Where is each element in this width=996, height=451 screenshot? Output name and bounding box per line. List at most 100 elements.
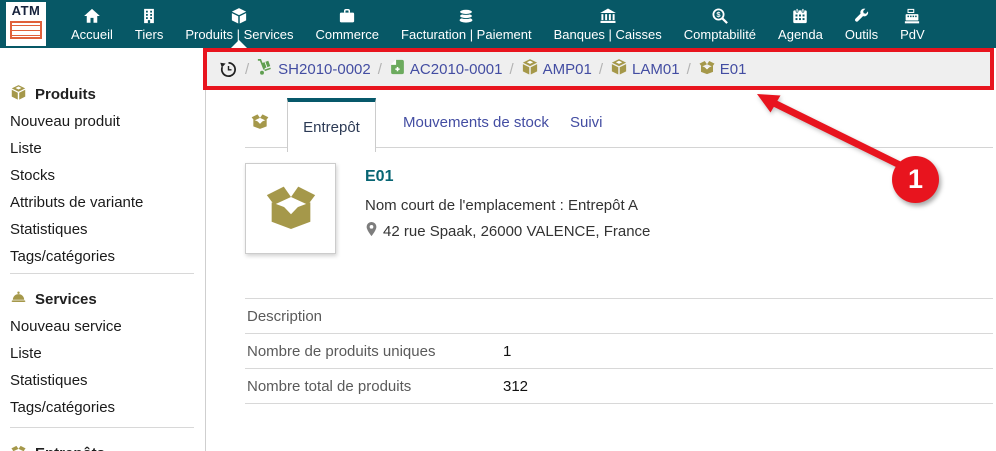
row-value: 312: [503, 377, 529, 395]
history-icon[interactable]: [219, 60, 238, 79]
breadcrumb-separator: /: [509, 60, 514, 78]
sidebar-item-stocks[interactable]: Stocks: [10, 162, 205, 189]
sidebar-item-statistiques-services[interactable]: Statistiques: [10, 367, 205, 394]
tab-suivi[interactable]: Suivi: [570, 98, 603, 147]
details-table: Description Nombre de produits uniques 1…: [245, 298, 993, 404]
table-row: Description: [245, 299, 993, 334]
nav-label: Outils: [844, 26, 879, 42]
calendar-icon: [791, 7, 809, 25]
logo-stamp: [10, 21, 42, 39]
breadcrumb-separator: /: [377, 60, 382, 78]
breadcrumb-item-product-amp01[interactable]: AMP01: [521, 58, 592, 80]
breadcrumb-link[interactable]: SH2010-0002: [278, 61, 371, 78]
cube-icon: [10, 84, 27, 105]
breadcrumb-separator: /: [598, 60, 604, 78]
sidebar-section-services[interactable]: Services: [10, 286, 205, 313]
nav-item-agenda[interactable]: Agenda: [767, 0, 834, 48]
sidebar-item-tags-categories-produits[interactable]: Tags/catégories: [10, 243, 205, 270]
table-row: Nombre total de produits 312: [245, 369, 993, 404]
nav-item-accueil[interactable]: Accueil: [60, 0, 124, 48]
row-label: Nombre total de produits: [247, 377, 412, 395]
breadcrumb-item-shipment[interactable]: SH2010-0002: [256, 58, 371, 80]
bell-icon: [10, 289, 27, 310]
sidebar-section-title: Produits: [35, 86, 96, 103]
search-dollar-icon: $: [711, 7, 729, 25]
nav-item-tiers[interactable]: Tiers: [124, 0, 174, 48]
map-pin-icon: [365, 221, 378, 241]
open-box-icon: [10, 443, 27, 451]
sidebar-section-entrepots[interactable]: Entrepôts: [10, 440, 205, 451]
nav-label: Agenda: [778, 26, 823, 42]
sidebar-item-tags-categories-services[interactable]: Tags/catégories: [10, 394, 205, 421]
warehouse-photo: [245, 163, 336, 254]
row-label: Nombre de produits uniques: [247, 342, 436, 360]
breadcrumb-item-warehouse-e01[interactable]: E01: [698, 58, 747, 80]
open-box-icon: [250, 111, 270, 136]
sidebar-item-liste-services[interactable]: Liste: [10, 340, 205, 367]
nav-item-outils[interactable]: Outils: [834, 0, 889, 48]
tab-mouvements-de-stock[interactable]: Mouvements de stock: [403, 98, 549, 147]
nav-label: Commerce: [315, 26, 380, 42]
breadcrumb-link[interactable]: AMP01: [543, 61, 592, 78]
sidebar-item-liste-produits[interactable]: Liste: [10, 135, 205, 162]
nav-label: Facturation | Paiement: [401, 26, 532, 42]
tab-entrepot[interactable]: Entrepôt: [287, 98, 376, 152]
sidebar-item-attributs-variante[interactable]: Attributs de variante: [10, 189, 205, 216]
breadcrumb-link[interactable]: AC2010-0001: [410, 61, 503, 78]
annotation-number: 1: [907, 164, 924, 194]
sidebar-section-title: Entrepôts: [35, 445, 105, 451]
nav-label: PdV: [900, 26, 925, 42]
nav-label: Comptabilité: [683, 26, 757, 42]
sidebar-section-title: Services: [35, 291, 97, 308]
nav-label: Banques | Caisses: [553, 26, 662, 42]
cash-register-icon: [903, 7, 921, 25]
active-menu-caret: [231, 40, 248, 48]
wrench-icon: [852, 7, 870, 25]
warehouse-code[interactable]: E01: [365, 168, 393, 186]
bank-icon: [599, 7, 617, 25]
breadcrumb-link[interactable]: LAM01: [632, 61, 680, 78]
cube-icon: [610, 58, 628, 80]
warehouse-short-name: Nom court de l'emplacement : Entrepôt A: [365, 197, 638, 214]
nav-item-pdv[interactable]: PdV: [889, 0, 936, 48]
row-value: 1: [503, 342, 512, 360]
nav-item-produits-services[interactable]: Produits | Services: [174, 0, 304, 48]
left-sidebar: Produits Nouveau produit Liste Stocks At…: [0, 48, 206, 451]
breadcrumb-link[interactable]: E01: [720, 61, 747, 78]
breadcrumb-item-supplier-order[interactable]: AC2010-0001: [389, 58, 503, 80]
svg-text:$: $: [716, 10, 721, 19]
open-box-icon: [262, 177, 320, 240]
nav-label: Accueil: [71, 26, 113, 42]
breadcrumb-separator: /: [686, 60, 691, 78]
nav-item-commerce[interactable]: Commerce: [304, 0, 390, 48]
cube-icon: [521, 58, 539, 80]
nav-label: Tiers: [134, 26, 164, 42]
breadcrumb-item-product-lam01[interactable]: LAM01: [610, 58, 680, 80]
nav-item-comptabilite[interactable]: $ Comptabilité: [673, 0, 767, 48]
app-logo[interactable]: ATM: [6, 2, 46, 46]
top-navbar: ATM Accueil Tiers Produits | Services Co…: [0, 0, 996, 48]
file-plus-icon: [389, 58, 406, 80]
logo-text: ATM: [11, 3, 41, 18]
coins-icon: [457, 7, 475, 25]
sidebar-divider: [10, 273, 194, 274]
breadcrumb: / SH2010-0002 / AC2010-0001 / AMP01 / LA…: [203, 48, 994, 90]
nav-item-facturation-paiement[interactable]: Facturation | Paiement: [390, 0, 543, 48]
warehouse-address: 42 rue Spaak, 26000 VALENCE, France: [383, 222, 651, 240]
dolly-icon: [256, 58, 274, 80]
cube-icon: [230, 7, 248, 25]
warehouse-address-row: 42 rue Spaak, 26000 VALENCE, France: [365, 221, 650, 241]
sidebar-divider: [10, 427, 194, 428]
sidebar-item-nouveau-produit[interactable]: Nouveau produit: [10, 108, 205, 135]
sidebar-item-statistiques-produits[interactable]: Statistiques: [10, 216, 205, 243]
nav-item-banques-caisses[interactable]: Banques | Caisses: [543, 0, 673, 48]
briefcase-icon: [338, 7, 356, 25]
open-box-icon: [698, 58, 716, 80]
building-icon: [140, 7, 158, 25]
sidebar-section-produits[interactable]: Produits: [10, 81, 205, 108]
table-row: Nombre de produits uniques 1: [245, 334, 993, 369]
sidebar-item-nouveau-service[interactable]: Nouveau service: [10, 313, 205, 340]
row-label: Description: [247, 307, 323, 325]
breadcrumb-separator: /: [245, 60, 250, 78]
annotation-circle-1: 1: [892, 156, 939, 203]
